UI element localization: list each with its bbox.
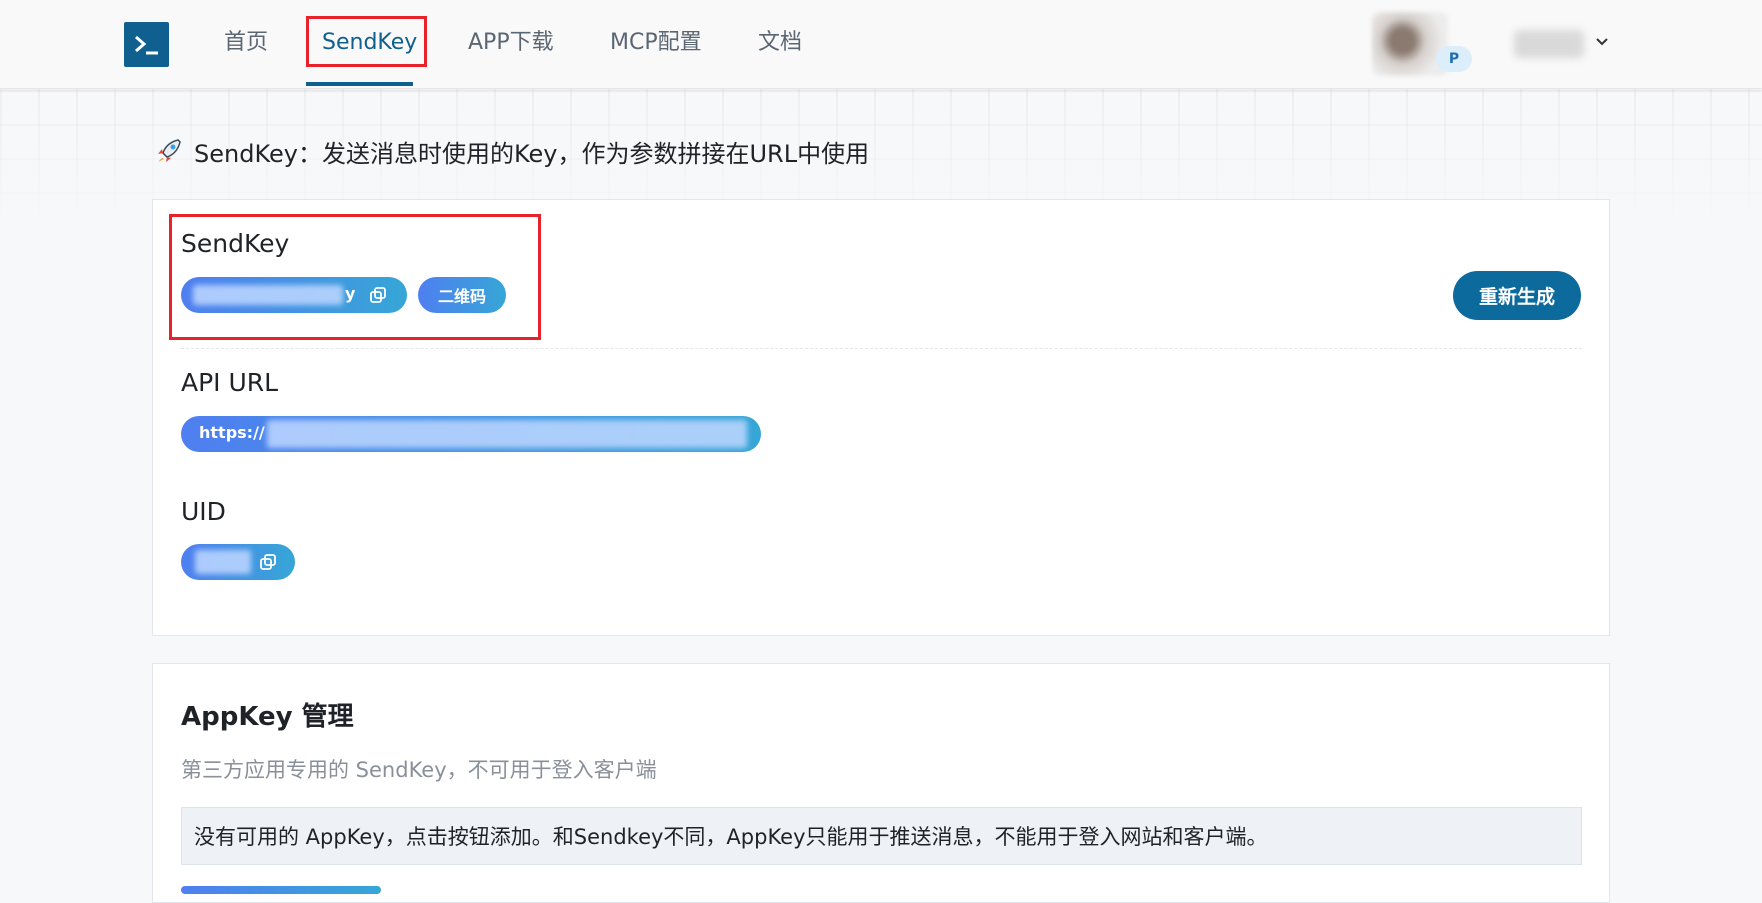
appkey-notice: 没有可用的 AppKey，点击按钮添加。和Sendkey不同，AppKey只能用…	[181, 807, 1582, 865]
highlight-box-sendkey	[169, 214, 541, 340]
page-title-text: SendKey：发送消息时使用的Key，作为参数拼接在URL中使用	[194, 139, 870, 168]
copy-icon[interactable]	[259, 553, 277, 571]
nav-docs[interactable]: 文档	[758, 26, 802, 60]
nav-active-indicator	[306, 82, 413, 86]
terminal-logo-icon[interactable]	[124, 22, 169, 67]
top-navbar: 首页 SendKey APP下载 MCP配置 文档 P	[0, 0, 1762, 89]
rocket-icon	[158, 139, 181, 162]
api-url-redacted	[267, 420, 747, 448]
chevron-down-icon[interactable]	[1594, 34, 1610, 50]
api-url-pill[interactable]: https://	[181, 416, 761, 452]
uid-value-pill[interactable]	[181, 544, 295, 580]
nav-mcp-config[interactable]: MCP配置	[610, 26, 702, 60]
api-url-prefix: https://	[199, 423, 265, 442]
section-divider	[181, 348, 1582, 349]
add-appkey-button[interactable]	[181, 886, 381, 894]
appkey-notice-text: 没有可用的 AppKey，点击按钮添加。和Sendkey不同，AppKey只能用…	[194, 825, 1268, 849]
regenerate-button[interactable]: 重新生成	[1453, 271, 1581, 320]
uid-label: UID	[181, 497, 226, 526]
appkey-title: AppKey 管理	[181, 702, 354, 732]
appkey-subtitle: 第三方应用专用的 SendKey，不可用于登入客户端	[181, 758, 657, 782]
nav-app-download[interactable]: APP下载	[468, 26, 554, 60]
username[interactable]	[1514, 30, 1584, 58]
nav-home[interactable]: 首页	[224, 26, 268, 60]
avatar[interactable]	[1372, 12, 1448, 76]
uid-value-redacted	[195, 550, 251, 574]
highlight-box-nav	[306, 16, 427, 67]
plan-badge: P	[1436, 46, 1472, 72]
api-url-label: API URL	[181, 368, 279, 397]
page-title: SendKey：发送消息时使用的Key，作为参数拼接在URL中使用	[154, 134, 869, 168]
